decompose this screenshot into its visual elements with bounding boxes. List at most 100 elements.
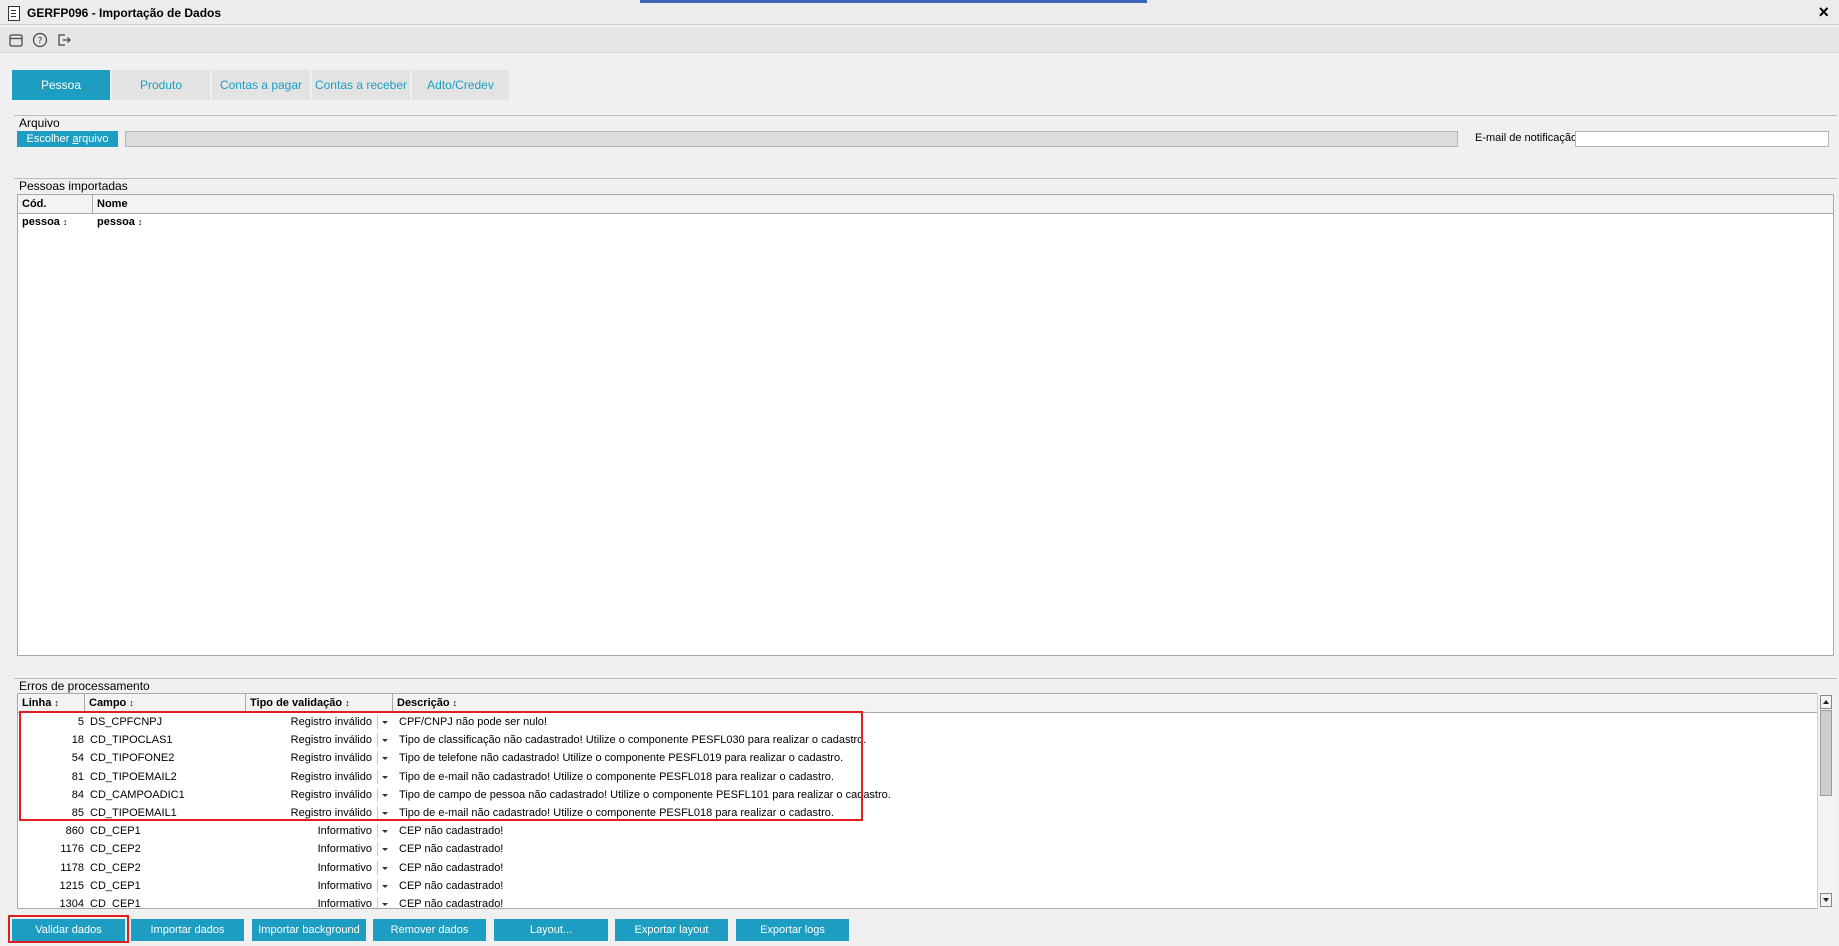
exportar-logs-button[interactable]: Exportar logs <box>736 919 849 941</box>
vertical-scrollbar[interactable] <box>1817 693 1834 909</box>
cell-tipo-validacao: Informativo <box>317 843 372 856</box>
help-icon[interactable]: ? <box>32 32 48 48</box>
column-tipo-validacao[interactable]: Tipo de validação ↕ <box>246 694 393 712</box>
cell-descricao: CPF/CNPJ não pode ser nulo! <box>399 716 547 728</box>
table-row[interactable]: 860 CD_CEP1 Informativo CEP não cadastrado! <box>18 822 1818 840</box>
table-row[interactable]: 81 CD_TIPOEMAIL2 Registro inválido Tipo de … <box>18 768 1818 786</box>
table-row[interactable]: 1176 CD_CEP2 Informativo CEP não cadastrado… <box>18 840 1818 858</box>
svg-text:?: ? <box>38 37 43 47</box>
column-campo-label: Campo <box>89 697 127 709</box>
chevron-down-icon[interactable] <box>377 733 392 748</box>
title-bar: GERFP096 - Importação de Dados × <box>0 0 1839 25</box>
chevron-down-icon[interactable] <box>377 897 392 908</box>
sort-icon: ↕ <box>54 698 59 708</box>
erros-grid: Linha ↕ Campo ↕ Tipo de validação ↕ Descriç… <box>17 693 1834 909</box>
validar-dados-button[interactable]: Validar dados <box>12 919 125 941</box>
importar-dados-button[interactable]: Importar dados <box>131 919 244 941</box>
cell-tipo-validacao: Informativo <box>317 825 372 838</box>
chevron-down-icon[interactable] <box>377 860 392 875</box>
top-accent-bar <box>640 0 1147 3</box>
cell-linha: 1215 <box>59 879 84 892</box>
cell-descricao: Tipo de e-mail não cadastrado! Utilize o… <box>399 770 834 783</box>
cell-descricao: Tipo de e-mail não cadastrado! Utilize o… <box>399 807 834 819</box>
cell-campo: CD_CEP1 <box>90 825 141 838</box>
cell-linha: 54 <box>71 752 84 765</box>
cell-campo: CD_CEP1 <box>90 898 141 909</box>
chevron-down-icon[interactable] <box>377 715 392 729</box>
tab-adto-credev[interactable]: Adto/Credev <box>412 70 509 100</box>
sort-icon: ↕ <box>129 698 134 708</box>
cell-campo: CD_TIPOCLAS1 <box>90 734 173 747</box>
cell-descricao: CEP não cadastrado! <box>399 898 504 909</box>
cell-campo: CD_TIPOFONE2 <box>90 752 175 765</box>
importar-background-button[interactable]: Importar background <box>252 919 366 941</box>
column-linha[interactable]: Linha ↕ <box>18 694 85 712</box>
cell-campo: CD_CEP2 <box>90 843 141 856</box>
column-nome-pessoa-label: Nome pessoa <box>97 198 135 228</box>
scroll-down-icon[interactable] <box>1820 893 1832 907</box>
cell-campo: DS_CPFCNPJ <box>90 716 163 728</box>
cell-tipo-validacao: Informativo <box>317 861 372 874</box>
cell-campo: CD_TIPOEMAIL2 <box>90 770 177 783</box>
chevron-down-icon[interactable] <box>377 751 392 766</box>
cell-tipo-validacao: Registro inválido <box>290 807 372 819</box>
table-row[interactable]: 1178 CD_CEP2 Informativo CEP não cadastrado… <box>18 859 1818 877</box>
table-row[interactable]: 18 CD_TIPOCLAS1 Registro inválido Tipo de c… <box>18 731 1818 749</box>
email-field[interactable] <box>1575 131 1829 147</box>
document-icon <box>8 6 20 21</box>
cell-descricao: Tipo de campo de pessoa não cadastrado! … <box>399 788 891 801</box>
calendar-icon[interactable] <box>8 32 24 48</box>
tab-produto[interactable]: Produto <box>112 70 210 100</box>
tab-contas-a-receber[interactable]: Contas a receber <box>312 70 410 100</box>
pessoas-title: Pessoas importadas <box>19 179 128 193</box>
tab-contas-a-pagar[interactable]: Contas a pagar <box>212 70 310 100</box>
remover-dados-button[interactable]: Remover dados <box>373 919 486 941</box>
table-row[interactable]: 1304 CD_CEP1 Informativo CEP não cadastrado… <box>18 895 1818 909</box>
chevron-down-icon[interactable] <box>377 787 392 802</box>
scroll-up-icon[interactable] <box>1820 695 1832 709</box>
tab-pessoa[interactable]: Pessoa <box>12 70 110 100</box>
column-cod-pessoa[interactable]: Cód. pessoa ↕ <box>18 195 93 228</box>
escolher-arquivo-prefix: Escolher <box>26 133 73 145</box>
column-nome-pessoa[interactable]: Nome pessoa ↕ <box>93 195 173 228</box>
exit-icon[interactable] <box>56 32 72 48</box>
cell-campo: CD_CAMPOADIC1 <box>90 788 185 801</box>
erros-grid-header: Linha ↕ Campo ↕ Tipo de validação ↕ Descriç… <box>18 694 1833 713</box>
chevron-down-icon[interactable] <box>377 806 392 820</box>
cell-tipo-validacao: Informativo <box>317 879 372 892</box>
cell-linha: 84 <box>71 788 84 801</box>
column-descricao[interactable]: Descrição ↕ <box>393 694 1818 712</box>
table-row[interactable]: 54 CD_TIPOFONE2 Registro inválido Tipo de t… <box>18 749 1818 767</box>
arquivo-title: Arquivo <box>19 116 60 130</box>
chevron-down-icon[interactable] <box>377 769 392 784</box>
column-descricao-label: Descrição <box>397 697 450 709</box>
table-row[interactable]: 85 CD_TIPOEMAIL1 Registro inválido Tipo de … <box>18 804 1818 822</box>
file-path-field[interactable] <box>125 131 1458 147</box>
cell-tipo-validacao: Registro inválido <box>290 788 372 801</box>
sort-icon: ↕ <box>452 698 458 708</box>
layout-button[interactable]: Layout... <box>494 919 608 941</box>
cell-linha: 1304 <box>59 898 84 909</box>
cell-linha: 18 <box>71 734 84 747</box>
column-campo[interactable]: Campo ↕ <box>85 694 246 712</box>
cell-linha: 81 <box>71 770 84 783</box>
scroll-thumb[interactable] <box>1820 710 1832 796</box>
chevron-down-icon[interactable] <box>377 878 392 893</box>
cell-descricao: Tipo de telefone não cadastrado! Utilize… <box>399 752 844 765</box>
table-row[interactable]: 5 DS_CPFCNPJ Registro inválido CPF/CNPJ não… <box>18 713 1818 731</box>
table-row[interactable]: 1215 CD_CEP1 Informativo CEP não cadastrado… <box>18 877 1818 895</box>
chevron-down-icon[interactable] <box>377 824 392 839</box>
cell-descricao: CEP não cadastrado! <box>399 825 504 838</box>
exportar-layout-button[interactable]: Exportar layout <box>615 919 728 941</box>
escolher-arquivo-button[interactable]: Escolher arquivo <box>17 131 118 147</box>
close-button[interactable]: × <box>1818 2 1829 22</box>
escolher-arquivo-suffix: rquivo <box>78 133 109 145</box>
cell-descricao: CEP não cadastrado! <box>399 879 504 892</box>
chevron-down-icon[interactable] <box>377 842 392 857</box>
email-label: E-mail de notificação <box>1475 132 1578 144</box>
window-title: GERFP096 - Importação de Dados <box>27 6 222 20</box>
cell-descricao: CEP não cadastrado! <box>399 861 504 874</box>
table-row[interactable]: 84 CD_CAMPOADIC1 Registro inválido Tipo de … <box>18 786 1818 804</box>
cell-campo: CD_TIPOEMAIL1 <box>90 807 177 819</box>
column-linha-label: Linha <box>22 697 52 709</box>
